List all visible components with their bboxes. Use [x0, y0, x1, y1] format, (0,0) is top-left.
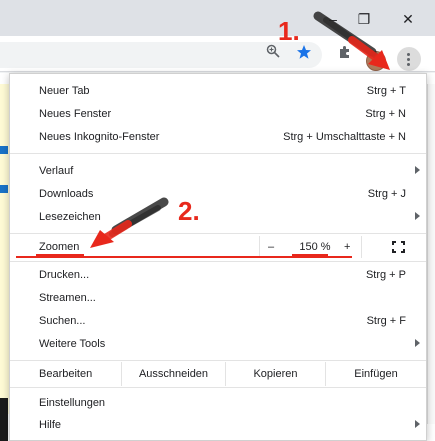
three-dot-menu-icon[interactable] [397, 47, 421, 71]
menu-item-cast[interactable]: Streamen... [10, 287, 426, 309]
page-blue-marker [0, 146, 8, 154]
menu-item-shortcut: Strg + Umschalttaste + N [283, 131, 406, 143]
menu-separator [10, 360, 426, 361]
menu-item-shortcut: Strg + P [365, 269, 406, 281]
menu-item-label: Einstellungen [39, 397, 106, 409]
menu-item-more-tools[interactable]: Weitere Tools [10, 333, 426, 355]
menu-item-new-tab[interactable]: Neuer Tab Strg + T [10, 80, 426, 102]
menu-item-shortcut: Strg + J [367, 188, 406, 200]
menu-item-new-incognito-window[interactable]: Neues Inkognito-Fenster Strg + Umschaltt… [10, 126, 426, 148]
menu-item-downloads[interactable]: Downloads Strg + J [10, 183, 426, 205]
zoom-divider [259, 236, 260, 258]
zoom-in-button[interactable]: + [344, 236, 350, 258]
menu-separator [10, 233, 426, 234]
paste-button[interactable]: Einfügen [325, 362, 426, 386]
menu-separator [10, 261, 426, 262]
menu-separator [10, 153, 426, 154]
annotation-underline-label [36, 254, 84, 257]
menu-item-label: Hilfe [39, 419, 62, 431]
menu-item-bookmarks[interactable]: Lesezeichen [10, 206, 426, 228]
menu-item-shortcut: Strg + F [366, 315, 406, 327]
fullscreen-icon[interactable] [392, 241, 405, 253]
menu-item-history[interactable]: Verlauf [10, 160, 426, 182]
menu-item-label: Neues Inkognito-Fenster [39, 131, 160, 143]
copy-button[interactable]: Kopieren [225, 362, 325, 386]
menu-item-label: Weitere Tools [39, 338, 106, 350]
page-blue-marker [0, 185, 8, 193]
annotation-step-1: 1. [278, 16, 300, 46]
menu-item-label: Streamen... [39, 292, 96, 304]
menu-item-label: Verlauf [39, 165, 74, 177]
menu-item-shortcut: Strg + T [366, 85, 406, 97]
annotation-step-2: 2. [178, 196, 200, 226]
page-dark-block [0, 398, 8, 441]
menu-item-shortcut: Strg + N [365, 108, 406, 120]
zoom-magnifier-icon[interactable] [263, 44, 283, 64]
menu-item-label: Neues Fenster [39, 108, 112, 120]
menu-item-label: Neuer Tab [39, 85, 90, 97]
zoom-divider [361, 236, 362, 258]
annotation-arrow-2 [90, 197, 169, 248]
menu-item-print[interactable]: Drucken... Strg + P [10, 264, 426, 286]
submenu-arrow-icon [415, 166, 420, 174]
edit-label: Bearbeiten [39, 368, 93, 380]
menu-item-new-window[interactable]: Neues Fenster Strg + N [10, 103, 426, 125]
close-icon[interactable]: ✕ [398, 10, 418, 28]
menu-separator [10, 387, 426, 388]
menu-item-label: Drucken... [39, 269, 90, 281]
cut-button[interactable]: Ausschneiden [121, 362, 225, 386]
menu-item-find[interactable]: Suchen... Strg + F [10, 310, 426, 332]
menu-edit-row: Bearbeiten Ausschneiden Kopieren Einfüge… [10, 362, 426, 386]
annotation-arrow-1 [313, 11, 390, 70]
page-scroll-strip [427, 84, 435, 424]
menu-item-label: Suchen... [39, 315, 86, 327]
bookmark-star-icon[interactable] [294, 44, 314, 64]
menu-item-settings[interactable]: Einstellungen [10, 392, 426, 414]
annotation-underline-zoom [292, 254, 328, 257]
submenu-arrow-icon [415, 339, 420, 347]
submenu-arrow-icon [415, 420, 420, 428]
zoom-out-button[interactable]: – [268, 236, 274, 258]
menu-item-help[interactable]: Hilfe [10, 414, 426, 436]
submenu-arrow-icon [415, 212, 420, 220]
